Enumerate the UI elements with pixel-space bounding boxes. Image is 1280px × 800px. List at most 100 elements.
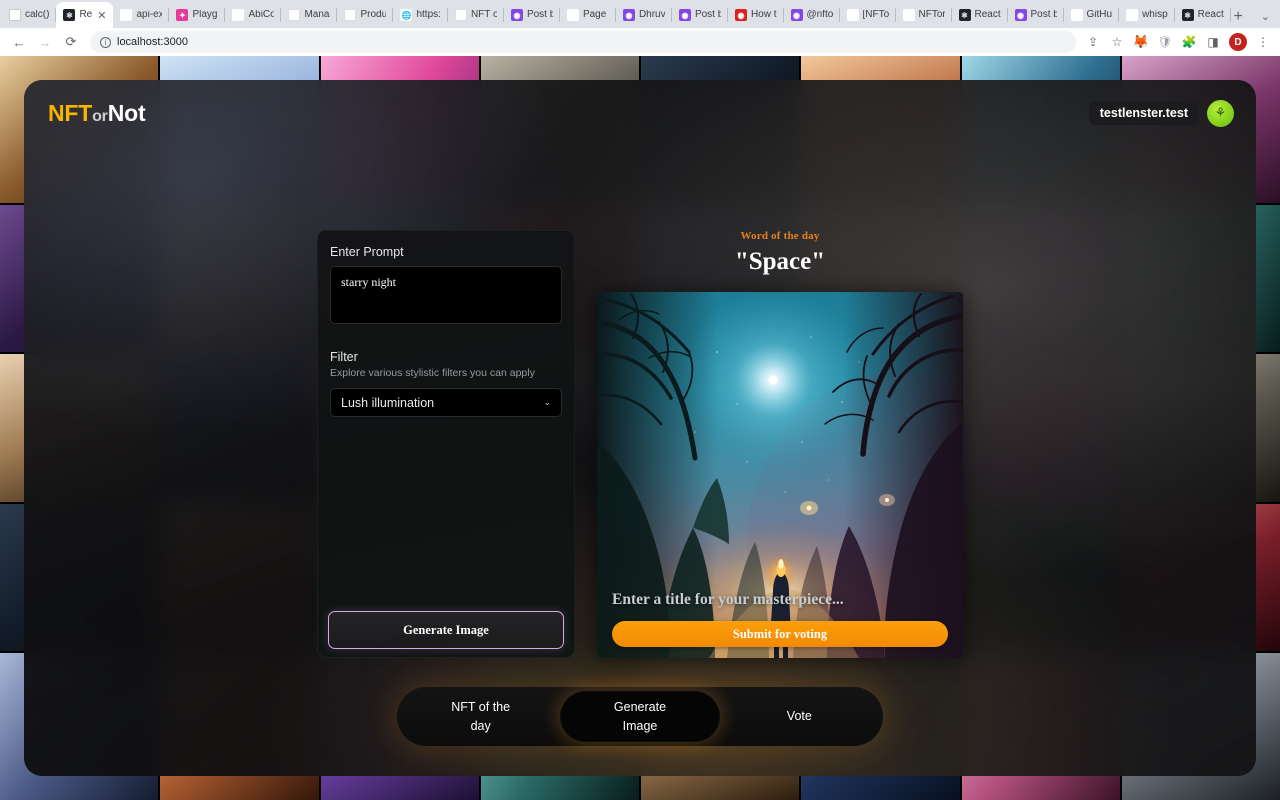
form-spacer (330, 417, 562, 611)
address-bar[interactable]: i localhost:3000 (90, 31, 1076, 53)
back-button[interactable]: ← (6, 30, 32, 54)
bookmark-star-icon[interactable]: ☆ (1106, 31, 1128, 53)
browser-tab[interactable]: ⬤ api-ex (113, 2, 170, 28)
avatar[interactable]: ⚘ (1207, 99, 1234, 127)
forward-button[interactable]: → (32, 30, 58, 54)
submit-for-voting-button[interactable]: Submit for voting (612, 621, 948, 647)
tab-title: calc() (25, 10, 50, 20)
bottom-nav-item-vote[interactable]: Vote (720, 691, 879, 742)
browser-tab[interactable]: ◉ Post b (1008, 2, 1064, 28)
browser-window: ▦calc()⚛Re✕⬤api-ex✦Playgr◯AbiCo◉Manag◉Pr… (0, 0, 1280, 800)
filter-label: Filter (330, 350, 358, 364)
browser-tab-strip: ▦calc()⚛Re✕⬤api-ex✦Playgr◯AbiCo◉Manag◉Pr… (0, 0, 1280, 28)
prompt-input[interactable]: starry night (330, 266, 562, 324)
browser-tab[interactable]: ◉ Produ (337, 2, 394, 28)
browser-tab[interactable]: ▦ calc() (2, 2, 57, 28)
nav-item-label: Generate (613, 700, 667, 715)
prompt-form-card: Enter Prompt starry night Filter Explore… (317, 230, 575, 658)
react-icon: ⚛ (958, 9, 971, 21)
profile-area: testlenster.test ⚘ (1088, 99, 1234, 127)
tab-title: Post b (694, 10, 721, 20)
word-of-the-day-label: Word of the day (740, 230, 820, 242)
tab-title: api-ex (136, 10, 163, 20)
tab-title: NFT o (470, 10, 497, 20)
app-overlay-panel: NFTorNot testlenster.test ⚘ Enter Prompt… (24, 80, 1256, 776)
github-icon: ⬤ (120, 9, 133, 21)
filter-description: Explore various stylistic filters you ca… (330, 367, 535, 379)
browser-tab[interactable]: M [NFTo (840, 2, 896, 28)
browser-tab[interactable]: ◉ whisp (1119, 2, 1175, 28)
gmail-icon: M (846, 9, 859, 21)
word-of-the-day-value: "Space" (734, 248, 826, 275)
tab-title: whisp (1142, 10, 1168, 20)
site-info-icon[interactable]: i (100, 36, 111, 48)
profile-avatar-icon[interactable]: D (1229, 33, 1247, 51)
filter-select-value: Lush illumination (341, 395, 435, 410)
reload-button[interactable]: ⟳ (58, 30, 84, 54)
logo-nft-text: NFT (48, 99, 93, 126)
logo-or-text: or (92, 107, 108, 125)
browser-tab[interactable]: ◉ GitHu (1064, 2, 1120, 28)
generated-artwork-frame[interactable]: Enter a title for your masterpiece... Su… (597, 292, 963, 658)
tab-title: How t (750, 10, 777, 20)
lens-icon: ◉ (678, 9, 691, 21)
app-header: NFTorNot testlenster.test ⚘ (24, 80, 1256, 146)
page-viewport: NFTorNot testlenster.test ⚘ Enter Prompt… (0, 56, 1280, 800)
browser-tab[interactable]: 🌐 https: (393, 2, 449, 28)
browser-tab[interactable]: ◉ NFTor (896, 2, 952, 28)
profile-handle[interactable]: testlenster.test (1088, 101, 1199, 125)
react-icon: ⚛ (1181, 9, 1194, 21)
github-icon: ◉ (902, 9, 915, 21)
browser-tab[interactable]: ⚛ Re ✕ (56, 2, 114, 28)
tab-title: Dhruv (638, 10, 665, 20)
browser-tab[interactable]: ◉ Post b (504, 2, 560, 28)
github-icon: ◉ (566, 9, 579, 21)
browser-tab[interactable]: ◉ Dhruv (616, 2, 672, 28)
tab-title: Post b (526, 10, 553, 20)
generate-image-button[interactable]: Generate Image (328, 611, 564, 649)
bottom-navigation: NFT of the day Generate Image Vote (397, 687, 883, 746)
bottom-nav-item-nft-of-the-day[interactable]: NFT of the day (401, 691, 560, 742)
tab-title: https: (416, 10, 441, 20)
side-panel-icon[interactable]: ◨ (1202, 31, 1224, 53)
filter-select[interactable]: Lush illumination ⌄ (330, 388, 562, 417)
browser-tab[interactable]: ◉ How t (728, 2, 784, 28)
playground-icon: ✦ (176, 9, 189, 21)
browser-tab[interactable]: ◉Manag (281, 2, 338, 28)
app-logo[interactable]: NFTorNot (48, 99, 146, 127)
artwork-title-input[interactable]: Enter a title for your masterpiece... (612, 591, 948, 609)
tab-search-button[interactable]: ⌄ (1251, 10, 1280, 28)
tab-title: GitHu (1086, 10, 1113, 20)
extensions-puzzle-icon[interactable]: 🧩 (1178, 31, 1200, 53)
react-icon: ⚛ (63, 9, 76, 21)
tab-title: Page r (582, 10, 609, 20)
filter-block: Filter Explore various stylistic filters… (330, 350, 562, 417)
browser-tab[interactable]: ◉ Post b (672, 2, 728, 28)
github-icon: ◉ (1126, 9, 1139, 21)
browser-tab[interactable]: ◉ @nfto (784, 2, 840, 28)
red-icon: ◉ (734, 9, 747, 21)
logo-not-text: Not (107, 99, 146, 126)
browser-tab[interactable]: ◉Page r (560, 2, 616, 28)
github-icon: ◯ (454, 9, 467, 21)
avatar-flower-icon: ⚘ (1214, 105, 1227, 120)
close-icon[interactable]: ✕ (97, 9, 106, 22)
metamask-fox-icon[interactable]: 🦊 (1130, 31, 1152, 53)
tab-title: Playgr (192, 10, 219, 20)
product-icon: ◉ (344, 9, 357, 21)
chrome-menu-icon[interactable]: ⋮ (1252, 31, 1274, 53)
browser-tab[interactable]: ⚛ React (1175, 2, 1231, 28)
tab-title: Manag (304, 10, 330, 20)
tab-title: NFTor (918, 10, 945, 20)
main-content-row: Enter Prompt starry night Filter Explore… (24, 230, 1256, 658)
shield-extension-icon[interactable]: 🛡 (1154, 31, 1176, 53)
browser-tab[interactable]: ◯ NFT o (448, 2, 504, 28)
share-icon[interactable]: ⇪ (1082, 31, 1104, 53)
prompt-label: Enter Prompt (330, 245, 404, 259)
browser-tab[interactable]: ⚛ React (952, 2, 1008, 28)
browser-tab[interactable]: ◯ AbiCo (225, 2, 282, 28)
tab-title: @nfto (806, 10, 833, 20)
bottom-nav-item-generate-image[interactable]: Generate Image (560, 691, 720, 742)
tab-title: [NFTo (862, 10, 889, 20)
browser-tab[interactable]: ✦ Playgr (169, 2, 226, 28)
